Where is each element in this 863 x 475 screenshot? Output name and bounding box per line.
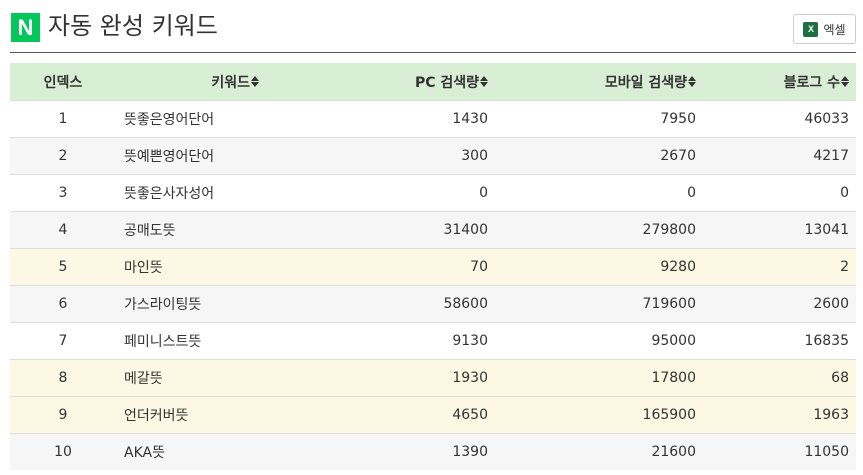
table-row: 3 뜻좋은사자성어 0 0 0 <box>10 174 856 211</box>
table-row: 5 마인뜻 70 9280 2 <box>10 248 856 285</box>
cell-keyword: 언더커버뜻 <box>124 408 189 424</box>
column-header-mobile-label: 모바일 검색량 <box>604 74 687 91</box>
cell-pc-volume: 70 <box>470 259 488 275</box>
cell-pc-volume: 300 <box>461 148 488 164</box>
sort-icon <box>251 76 259 87</box>
cell-blog-count: 0 <box>840 185 849 201</box>
column-header-keyword[interactable]: 키워드 <box>116 63 259 100</box>
cell-keyword: 가스라이팅뜻 <box>124 297 202 313</box>
cell-pc-volume: 4650 <box>452 407 488 423</box>
cell-blog-count: 1963 <box>813 407 849 423</box>
sort-icon <box>688 76 696 87</box>
cell-index: 10 <box>54 444 72 460</box>
table-row: 7 페미니스트뜻 9130 95000 16835 <box>10 322 856 359</box>
cell-keyword: 마인뜻 <box>124 260 163 276</box>
cell-index: 7 <box>58 333 68 349</box>
cell-keyword: AKA뜻 <box>124 445 165 461</box>
column-header-blog-label: 블로그 수 <box>783 74 840 91</box>
table-header-row: 인덱스 키워드 PC 검색량 모바일 검색량 블로그 수 <box>10 63 856 100</box>
table-row: 2 뜻예쁜영어단어 300 2670 4217 <box>10 137 856 174</box>
cell-keyword: 뜻좋은사자성어 <box>124 186 215 202</box>
cell-mobile-volume: 95000 <box>651 333 696 349</box>
cell-keyword: 뜻예쁜영어단어 <box>124 149 215 165</box>
cell-pc-volume: 1930 <box>452 370 488 386</box>
keyword-table: 인덱스 키워드 PC 검색량 모바일 검색량 블로그 수 1 뜻좋은영어단어 143… <box>10 63 856 470</box>
cell-pc-volume: 31400 <box>443 222 488 238</box>
cell-blog-count: 68 <box>831 370 849 386</box>
table-row: 10 AKA뜻 1390 21600 11050 <box>10 433 856 470</box>
cell-pc-volume: 9130 <box>452 333 488 349</box>
column-header-pc[interactable]: PC 검색량 <box>259 63 488 100</box>
table-row: 6 가스라이팅뜻 58600 719600 2600 <box>10 285 856 322</box>
cell-mobile-volume: 7950 <box>660 111 696 127</box>
cell-index: 3 <box>58 185 68 201</box>
cell-keyword: 페미니스트뜻 <box>124 334 202 350</box>
cell-blog-count: 13041 <box>804 222 849 238</box>
excel-icon: X <box>803 21 819 37</box>
table-row: 4 공매도뜻 31400 279800 13041 <box>10 211 856 248</box>
cell-mobile-volume: 2670 <box>660 148 696 164</box>
cell-keyword: 뜻좋은영어단어 <box>124 112 215 128</box>
table-row: 9 언더커버뜻 4650 165900 1963 <box>10 396 856 433</box>
table-row: 8 메갈뜻 1930 17800 68 <box>10 359 856 396</box>
column-header-mobile[interactable]: 모바일 검색량 <box>488 63 696 100</box>
cell-index: 6 <box>58 296 68 312</box>
cell-index: 9 <box>58 407 68 423</box>
cell-mobile-volume: 9280 <box>660 259 696 275</box>
table-row: 1 뜻좋은영어단어 1430 7950 46033 <box>10 100 856 137</box>
naver-logo-icon: N <box>11 13 40 42</box>
table-body: 1 뜻좋은영어단어 1430 7950 46033 2 뜻예쁜영어단어 300 2670 4217… <box>10 100 856 470</box>
column-header-index: 인덱스 <box>43 74 83 91</box>
cell-blog-count: 46033 <box>804 111 849 127</box>
column-header-blog[interactable]: 블로그 수 <box>696 63 856 100</box>
cell-pc-volume: 58600 <box>443 296 488 312</box>
cell-pc-volume: 1430 <box>452 111 488 127</box>
column-header-keyword-label: 키워드 <box>211 74 250 91</box>
cell-pc-volume: 0 <box>479 185 488 201</box>
cell-blog-count: 2600 <box>813 296 849 312</box>
cell-index: 2 <box>58 148 68 164</box>
cell-index: 4 <box>58 222 68 238</box>
cell-blog-count: 11050 <box>804 444 849 460</box>
cell-mobile-volume: 719600 <box>642 296 696 312</box>
column-header-pc-label: PC 검색량 <box>414 74 479 91</box>
cell-blog-count: 4217 <box>813 148 849 164</box>
cell-keyword: 메갈뜻 <box>124 371 163 387</box>
cell-blog-count: 2 <box>840 259 849 275</box>
cell-mobile-volume: 0 <box>687 185 696 201</box>
excel-export-button[interactable]: X 엑셀 <box>793 14 856 44</box>
cell-index: 1 <box>58 111 68 127</box>
cell-mobile-volume: 21600 <box>651 444 696 460</box>
cell-pc-volume: 1390 <box>452 444 488 460</box>
sort-icon <box>841 76 849 87</box>
cell-keyword: 공매도뜻 <box>124 223 176 239</box>
cell-blog-count: 16835 <box>804 333 849 349</box>
page-header: N 자동 완성 키워드 X 엑셀 <box>10 0 856 53</box>
sort-icon <box>480 76 488 87</box>
excel-button-label: 엑셀 <box>823 22 846 37</box>
cell-mobile-volume: 279800 <box>642 222 696 238</box>
page-title: 자동 완성 키워드 <box>48 12 218 40</box>
cell-mobile-volume: 165900 <box>642 407 696 423</box>
cell-index: 8 <box>58 370 68 386</box>
cell-mobile-volume: 17800 <box>651 370 696 386</box>
cell-index: 5 <box>58 259 68 275</box>
